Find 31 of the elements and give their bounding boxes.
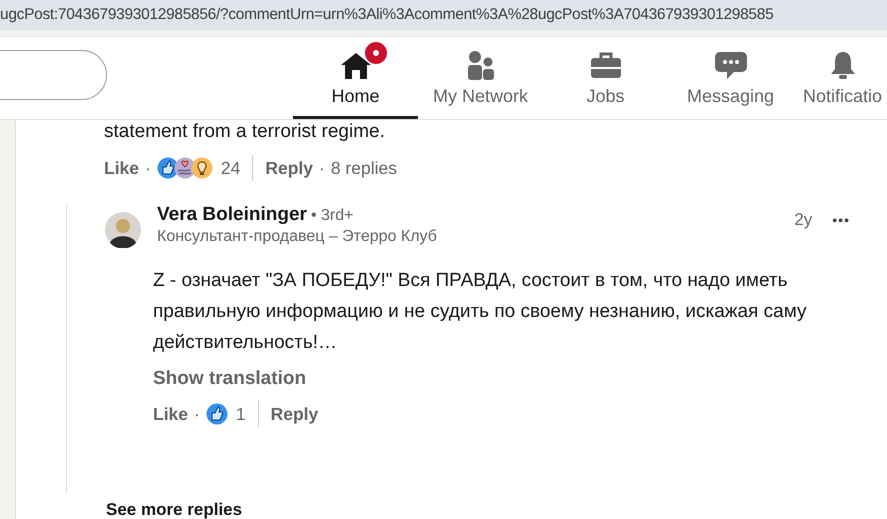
address-bar-url[interactable]: ugcPost:7043679393012985856/?commentUrn=urn%3Ali%3Acomment%3A%28ugcPost%3A704367939301298585 [0, 0, 887, 30]
more-options-button[interactable]: ••• [832, 212, 850, 228]
briefcase-icon [590, 50, 622, 80]
chat-bubble-icon [714, 50, 748, 80]
thumbs-up-reaction-icon [206, 403, 228, 425]
nav-tab[interactable]: My Network [418, 37, 543, 119]
like-link[interactable]: Like [104, 158, 140, 178]
nav-tab[interactable]: Notificatio [793, 37, 882, 119]
reaction-count[interactable]: 24 [220, 158, 240, 178]
replies-count[interactable]: 8 replies [330, 158, 397, 178]
separator-dot: · [194, 404, 200, 424]
like-link[interactable]: Like [153, 404, 188, 424]
connection-degree: • 3rd+ [310, 207, 354, 224]
nav-tab[interactable]: Messaging [668, 37, 793, 119]
comment-time: 2y [794, 210, 812, 230]
show-translation-link[interactable]: Show translation [153, 368, 306, 390]
author-name[interactable]: Vera Boleininger [157, 204, 307, 225]
separator-dot: · [145, 158, 151, 178]
nav-tab[interactable]: Jobs [543, 37, 668, 119]
lightbulb-reaction-icon [190, 157, 213, 179]
home-icon [338, 50, 372, 80]
separator-dot: · [318, 158, 325, 178]
see-more-replies-link[interactable]: See more replies [106, 500, 242, 519]
reaction-count[interactable]: 1 [236, 404, 246, 424]
reply-link[interactable]: Reply [270, 404, 318, 424]
reply-link[interactable]: Reply [265, 158, 313, 178]
author-headline: Консультант-продавец – Этерро Клуб [157, 228, 438, 246]
comment-text: statement from a terrorist regime. [104, 120, 386, 142]
people-icon [466, 50, 496, 80]
search-field[interactable] [0, 50, 107, 100]
comment-text: Z - означает "ЗА ПОБЕДУ!" Вся ПРАВДА, состоит в том, что надо иметь правильную информацию и не судить по своему незнанию, искажая саму действительность!… [153, 269, 808, 355]
